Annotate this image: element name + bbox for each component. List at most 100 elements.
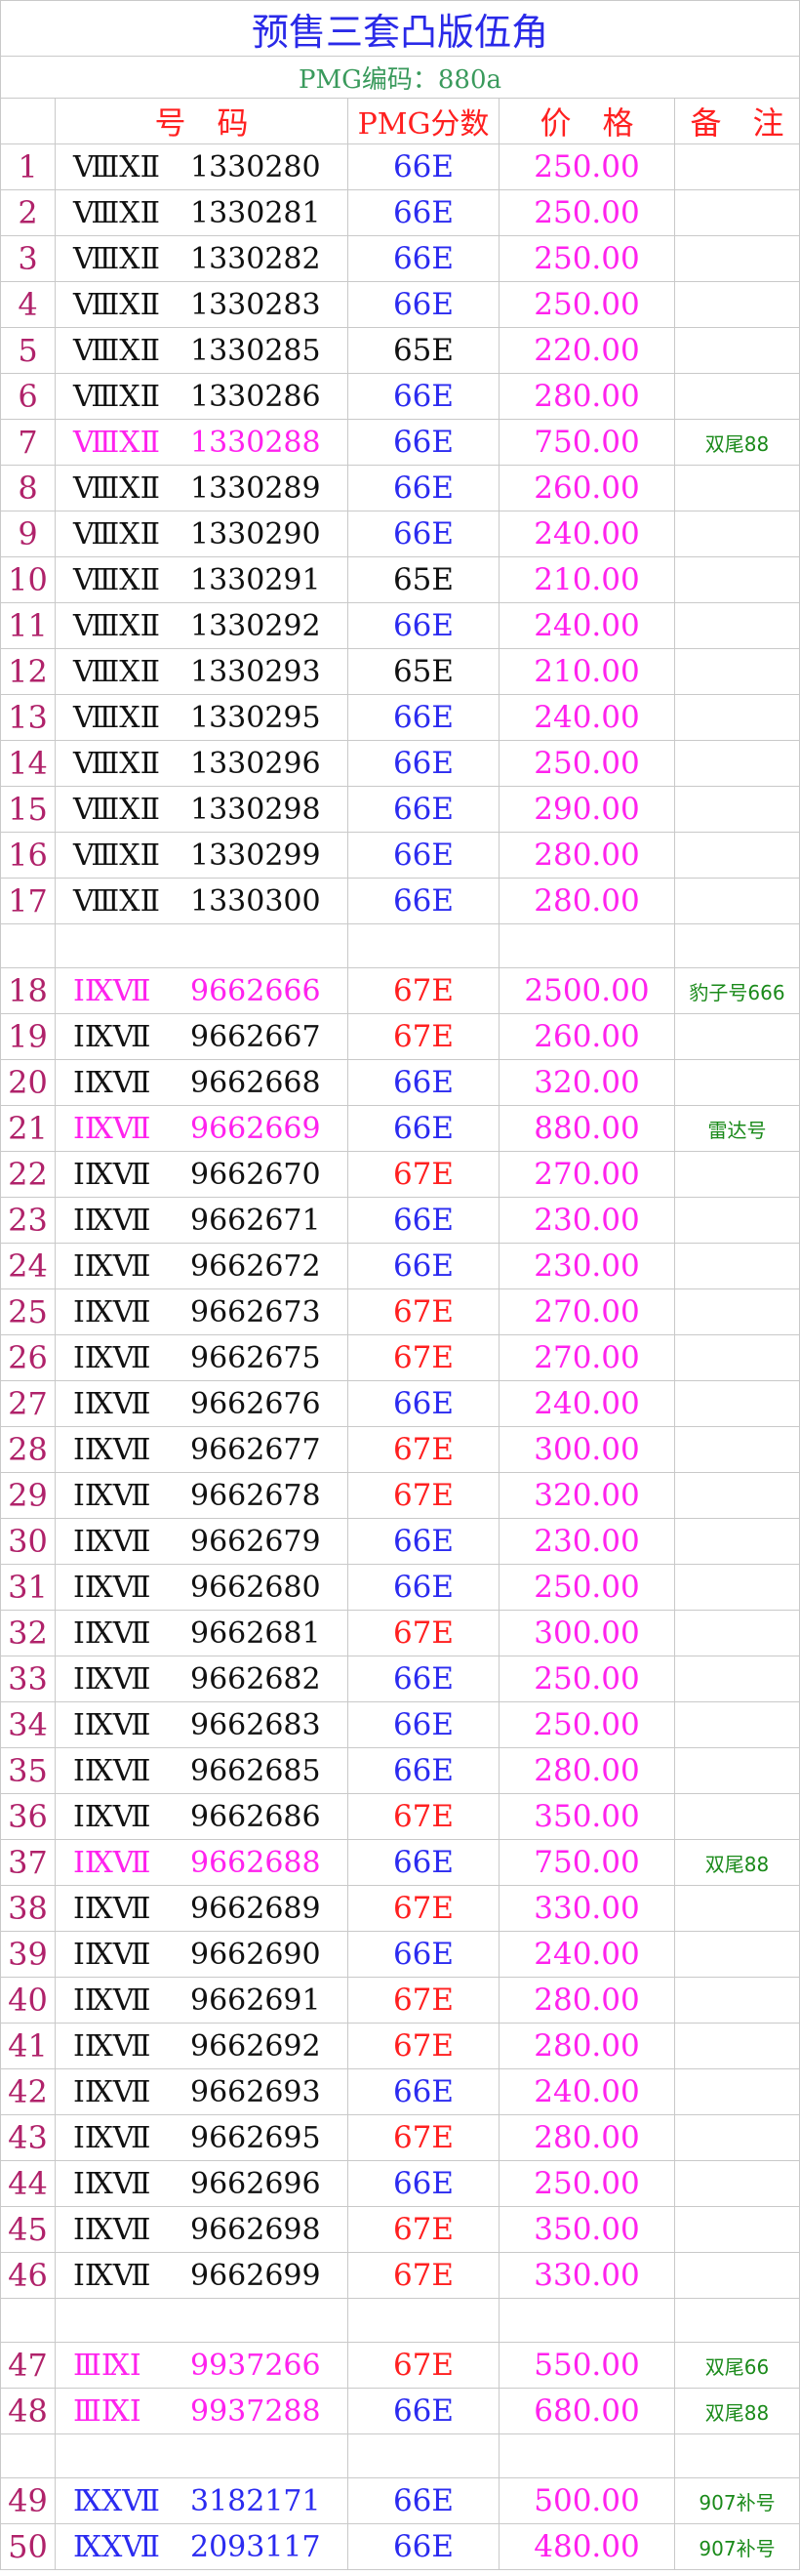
row-number: 7 [0,419,56,466]
banknote-code: ⅧⅩⅡ 1330285 [55,327,348,374]
header-row: 号 码 PMG分数 价 格 备 注 [0,98,800,144]
note [673,235,800,282]
table-row: 6 ⅧⅩⅡ 1330286 66E 280.00 [0,373,800,420]
table-row: 4 ⅧⅩⅡ 1330283 66E 250.00 [0,281,800,328]
row-number: 48 [0,2388,56,2434]
header-price: 价 格 [499,98,675,144]
serial-number: 9662671 [190,1203,321,1238]
serial-number: 9662676 [190,1386,321,1421]
table-row: 34 ⅠⅨⅦ 9662683 66E 250.00 [0,1701,800,1748]
page-title: 预售三套凸版伍角 [0,0,800,57]
pmg-grade: 67E [347,967,500,1014]
serial-prefix: ⅠⅨⅦ [73,1845,151,1880]
price: 250.00 [499,235,675,282]
serial-prefix: ⅠⅨⅦ [73,1707,151,1742]
note [673,2252,800,2299]
table-body: 预售三套凸版伍角 PMG编码：880a 号 码 PMG分数 价 格 备 注 1Ⅷ… [0,0,800,2570]
table-row: 33 ⅠⅨⅦ 9662682 66E 250.00 [0,1656,800,1702]
banknote-code: ⅧⅩⅡ 1330300 [55,878,348,924]
serial-prefix: ⅠⅨⅦ [73,2166,151,2201]
table-row: 30 ⅠⅨⅦ 9662679 66E 230.00 [0,1518,800,1565]
pmg-grade: 66E [347,189,500,236]
row-number: 16 [0,832,56,879]
price: 290.00 [499,786,675,833]
pmg-grade: 66E [347,2388,500,2434]
banknote-code: ⅠⅨⅦ 9662666 [55,967,348,1014]
pmg-grade: 67E [347,1885,500,1932]
note [673,1380,800,1427]
serial-prefix: ⅠⅨⅦ [73,1111,151,1146]
pmg-grade: 66E [347,1656,500,1702]
banknote-code: ⅠⅨⅦ 9662685 [55,1747,348,1794]
serial-number: 1330288 [190,425,321,460]
table-row: 1 ⅧⅩⅡ 1330280 66E 250.00 [0,143,800,190]
serial-prefix: ⅧⅩⅡ [73,608,161,643]
row-number: 13 [0,694,56,741]
pmg-grade: 66E [347,1059,500,1106]
price: 300.00 [499,1426,675,1473]
banknote-code: ⅨⅩⅦ 3182171 [55,2477,348,2524]
row-number: 9 [0,511,56,557]
empty-cell [347,2298,500,2343]
serial-number: 9662682 [190,1661,321,1697]
note: 雷达号 [673,1105,800,1152]
serial-prefix: ⅠⅨⅦ [73,1937,151,1972]
serial-prefix: ⅧⅩⅡ [73,149,161,184]
empty-cell [499,923,675,968]
pmg-grade: 66E [347,1380,500,1427]
serial-prefix: ⅠⅨⅦ [73,1799,151,1834]
note [673,1931,800,1978]
note [673,511,800,557]
serial-prefix: ⅠⅨⅦ [73,1661,151,1697]
table-row: 20 ⅠⅨⅦ 9662668 66E 320.00 [0,1059,800,1106]
banknote-code: ⅧⅩⅡ 1330281 [55,189,348,236]
note [673,878,800,924]
note [673,1564,800,1611]
serial-number: 9937288 [190,2393,321,2429]
pmg-grade: 67E [347,2114,500,2161]
serial-prefix: ⅠⅨⅦ [73,1340,151,1375]
pmg-grade: 66E [347,740,500,787]
banknote-code: ⅢⅨⅠ 9937288 [55,2388,348,2434]
empty-cell [55,2298,348,2343]
serial-prefix: ⅠⅨⅦ [73,1386,151,1421]
pmg-grade: 66E [347,511,500,557]
price: 260.00 [499,1013,675,1060]
banknote-code: ⅠⅨⅦ 9662679 [55,1518,348,1565]
banknote-code: ⅧⅩⅡ 1330292 [55,602,348,649]
pmg-grade: 66E [347,2477,500,2524]
spacer-row [0,2298,800,2343]
row-number: 4 [0,281,56,328]
row-number: 1 [0,143,56,190]
serial-prefix: ⅠⅨⅦ [73,1524,151,1559]
table-row: 38 ⅠⅨⅦ 9662689 67E 330.00 [0,1885,800,1932]
price: 270.00 [499,1288,675,1335]
row-number: 47 [0,2342,56,2389]
table-row: 12 ⅧⅩⅡ 1330293 65E 210.00 [0,648,800,695]
banknote-code: ⅨⅩⅦ 2093117 [55,2523,348,2570]
row-number: 32 [0,1610,56,1656]
pmg-grade: 66E [347,1197,500,1244]
price: 280.00 [499,878,675,924]
price: 280.00 [499,2023,675,2069]
table-row: 42 ⅠⅨⅦ 9662693 66E 240.00 [0,2068,800,2115]
row-number: 3 [0,235,56,282]
banknote-code: ⅧⅩⅡ 1330299 [55,832,348,879]
row-number: 42 [0,2068,56,2115]
banknote-code: ⅠⅨⅦ 9662675 [55,1334,348,1381]
price: 320.00 [499,1059,675,1106]
serial-number: 1330283 [190,287,321,322]
serial-prefix: ⅧⅩⅡ [73,838,161,873]
serial-number: 1330289 [190,470,321,506]
note [673,648,800,695]
header-code: 号 码 [55,98,348,144]
row-number: 31 [0,1564,56,1611]
price: 2500.00 [499,967,675,1014]
table-row: 11 ⅧⅩⅡ 1330292 66E 240.00 [0,602,800,649]
price: 250.00 [499,281,675,328]
price: 280.00 [499,1977,675,2024]
banknote-code: ⅠⅨⅦ 9662669 [55,1105,348,1152]
banknote-code: ⅠⅨⅦ 9662689 [55,1885,348,1932]
note [673,2206,800,2253]
serial-prefix: ⅨⅩⅦ [73,2483,161,2518]
